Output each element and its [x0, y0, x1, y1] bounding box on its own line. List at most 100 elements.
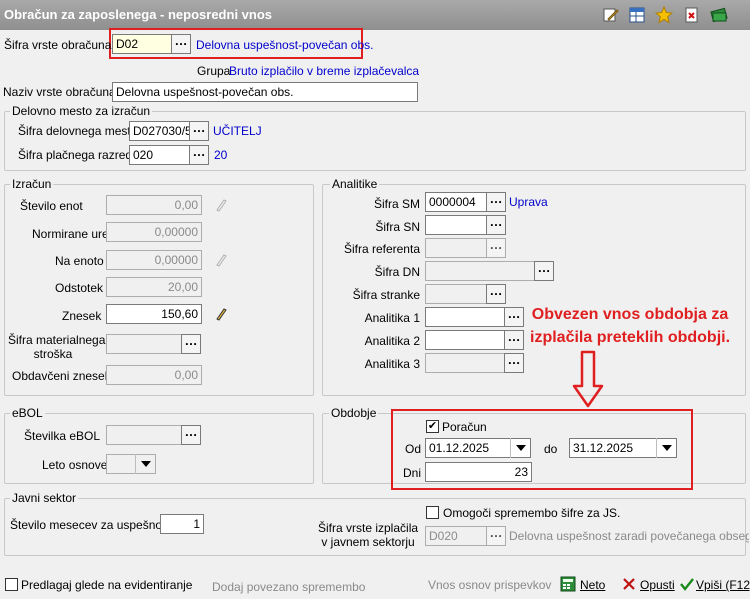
- delovno-mesto-input[interactable]: D027030/5: [129, 121, 191, 141]
- sifra-referenta-input[interactable]: [425, 238, 487, 258]
- obdobje-title: Obdobje: [329, 406, 379, 420]
- materialni-strosek-label-2: stroška: [33, 347, 73, 361]
- javni-sektor-title: Javni sektor: [10, 491, 79, 505]
- odstotek-label: Odstotek: [55, 281, 104, 295]
- sifra-stranke-lookup-button[interactable]: …: [486, 284, 506, 304]
- pencil-icon[interactable]: [215, 253, 227, 267]
- sifra-lookup-button[interactable]: …: [171, 34, 191, 54]
- grid-icon[interactable]: [628, 6, 646, 24]
- vnos-osnov-prispevkov-button[interactable]: Vnos osnov prispevkov: [428, 578, 551, 592]
- sifra-sm-label: Šifra SM: [373, 197, 420, 211]
- sifra-stranke-input[interactable]: [425, 284, 487, 304]
- sifra-referenta-label: Šifra referenta: [343, 242, 420, 256]
- sifra-sn-label: Šifra SN: [375, 220, 420, 234]
- analitike-title: Analitike: [330, 177, 380, 191]
- stevilo-enot-label: Število enot: [20, 199, 83, 213]
- znesek-label: Znesek: [62, 309, 102, 323]
- sifra-sn-lookup-button[interactable]: …: [486, 215, 506, 235]
- vrsta-izplacila-lookup-button[interactable]: …: [486, 526, 506, 546]
- grupa-value: Bruto izplačilo v breme izplačevalca: [229, 64, 420, 78]
- delovno-mesto-description: UČITELJ: [213, 124, 262, 138]
- znesek-input[interactable]: 150,60: [106, 304, 202, 324]
- edit-icon[interactable]: [602, 6, 620, 24]
- stevilo-enot-input[interactable]: 0,00: [106, 195, 202, 215]
- delovno-mesto-group: [4, 111, 746, 171]
- sifra-sm-input[interactable]: 0000004: [425, 192, 487, 212]
- title-bar: Obračun za zaposlenega - neposredni vnos: [0, 0, 750, 30]
- neto-button[interactable]: Neto: [560, 575, 612, 595]
- obdavceni-znesek-input[interactable]: 0,00: [106, 365, 202, 385]
- delovno-mesto-label: Šifra delovnega mesta: [18, 124, 138, 138]
- delovno-mesto-lookup-button[interactable]: …: [189, 121, 209, 141]
- materialni-strosek-lookup-button[interactable]: …: [181, 334, 201, 354]
- analitika-1-input[interactable]: [425, 307, 505, 327]
- sifra-stranke-label: Šifra stranke: [352, 288, 420, 302]
- books-icon[interactable]: [710, 6, 728, 24]
- obdavceni-znesek-label: Obdavčeni znesek: [12, 369, 111, 383]
- analitika-2-input[interactable]: [425, 330, 505, 350]
- window-title: Obračun za zaposlenega - neposredni vnos: [4, 7, 273, 22]
- sifra-sm-lookup-button[interactable]: …: [486, 192, 506, 212]
- od-calendar-dropdown-icon[interactable]: [510, 438, 530, 458]
- stevilka-ebol-input[interactable]: [106, 425, 182, 445]
- pencil-icon[interactable]: [215, 198, 227, 212]
- naziv-input[interactable]: Delovna uspešnost-povečan obs.: [112, 82, 418, 102]
- analitika-2-lookup-button[interactable]: …: [504, 330, 524, 350]
- checkmark-icon: [680, 578, 694, 591]
- dni-label: Dni: [403, 466, 422, 480]
- opusti-label: Opusti: [640, 578, 675, 592]
- delovno-mesto-title: Delovno mesto za izračun: [10, 104, 153, 118]
- analitika-2-label: Analitika 2: [364, 334, 420, 348]
- normirane-ure-input[interactable]: 0,00000: [106, 222, 202, 242]
- sifra-dn-input[interactable]: [425, 261, 535, 281]
- vrsta-izplacila-label-2: v javnem sektorju: [321, 535, 415, 549]
- opusti-button[interactable]: Opusti: [622, 575, 676, 595]
- vpisi-button[interactable]: Vpiši (F12): [680, 575, 750, 595]
- stevilka-ebol-label: Številka eBOL: [24, 429, 101, 443]
- materialni-strosek-input[interactable]: [106, 334, 182, 354]
- do-label: do: [544, 442, 558, 456]
- sifra-vrste-obracuna-input[interactable]: D02: [112, 34, 172, 54]
- odstotek-input[interactable]: 20,00: [106, 277, 202, 297]
- sifra-dn-label: Šifra DN: [374, 265, 420, 279]
- sifra-sm-description: Uprava: [509, 195, 548, 209]
- leto-osnove-label: Leto osnove: [42, 458, 108, 472]
- placni-razred-input[interactable]: 020: [129, 145, 191, 165]
- placni-razred-label: Šifra plačnega razreda: [18, 148, 139, 162]
- grupa-label: Grupa: [197, 64, 231, 78]
- analitika-3-lookup-button[interactable]: …: [504, 353, 524, 373]
- neto-label: Neto: [580, 578, 606, 592]
- sifra-referenta-lookup-button[interactable]: …: [486, 238, 506, 258]
- izracun-title: Izračun: [10, 177, 54, 191]
- vpisi-label: Vpiši (F12): [696, 578, 750, 592]
- ebol-title: eBOL: [10, 406, 45, 420]
- poracun-checkbox[interactable]: ✔: [426, 420, 439, 433]
- omogoci-spremembo-checkbox[interactable]: [426, 506, 439, 519]
- do-calendar-dropdown-icon[interactable]: [656, 438, 676, 458]
- analitika-3-input[interactable]: [425, 353, 505, 373]
- materialni-strosek-label-1: Šifra materialnega: [8, 333, 106, 347]
- delete-icon[interactable]: [683, 6, 701, 24]
- stevilka-ebol-lookup-button[interactable]: …: [181, 425, 201, 445]
- analitika-3-label: Analitika 3: [364, 357, 420, 371]
- pencil-icon[interactable]: [215, 307, 227, 321]
- na-enoto-input[interactable]: 0,00000: [106, 250, 202, 270]
- omogoci-spremembo-label: Omogoči spremembo šifre za JS.: [443, 506, 621, 520]
- leto-osnove-dropdown-icon[interactable]: [135, 454, 155, 474]
- annotation-line-1: Obvezen vnos obdobja za: [531, 306, 729, 323]
- calculator-icon: [560, 576, 576, 592]
- analitika-1-label: Analitika 1: [364, 311, 420, 325]
- sifra-sn-input[interactable]: [425, 215, 487, 235]
- stevilo-mesecev-input[interactable]: 1: [160, 514, 204, 534]
- sifra-vrste-obracuna-label: Šifra vrste obračuna: [4, 38, 112, 52]
- placni-razred-lookup-button[interactable]: …: [189, 145, 209, 165]
- star-icon[interactable]: [655, 6, 673, 24]
- analitika-1-lookup-button[interactable]: …: [504, 307, 524, 327]
- predlagaj-checkbox[interactable]: [5, 578, 18, 591]
- vrsta-izplacila-input[interactable]: D020: [425, 526, 487, 546]
- dni-input[interactable]: 23: [425, 462, 532, 482]
- predlagaj-label: Predlagaj glede na evidentiranje: [21, 578, 193, 592]
- dodaj-povezano-spremembo-button[interactable]: Dodaj povezano spremembo: [212, 580, 365, 594]
- cancel-x-icon: [623, 578, 635, 590]
- sifra-dn-lookup-button[interactable]: …: [534, 261, 554, 281]
